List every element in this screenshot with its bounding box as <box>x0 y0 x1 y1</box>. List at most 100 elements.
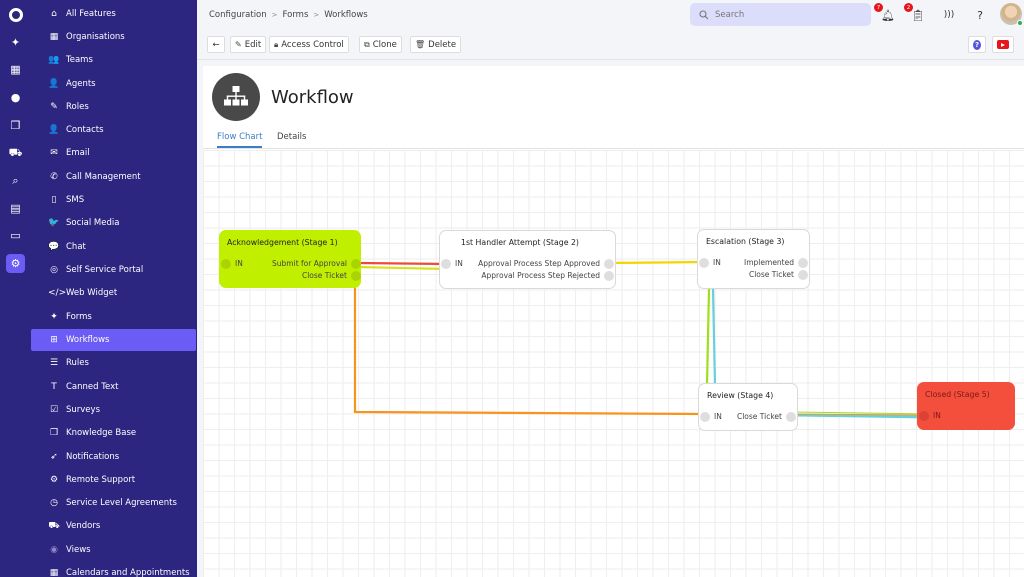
truck-icon[interactable]: ⛟ <box>7 145 24 162</box>
sidebar-item-social-media[interactable]: 🐦 Social Media <box>31 212 196 234</box>
input-port-row: IN <box>441 258 463 269</box>
sidebar-item-teams[interactable]: 👥 Teams <box>31 49 196 71</box>
sidebar-item-service-level-agreements[interactable]: ◷ Service Level Agreements <box>31 492 196 514</box>
help-video-button[interactable]: ? <box>968 36 986 53</box>
sidebar-item-agents[interactable]: 👤 Agents <box>31 73 196 95</box>
breadcrumb-workflows: Workflows <box>324 10 368 20</box>
sidebar-item-all-features[interactable]: ⌂ All Features <box>31 3 196 25</box>
building-icon: ▦ <box>49 32 59 42</box>
sidebar-item-forms[interactable]: ✦ Forms <box>31 306 196 328</box>
sidebar-item-canned-text[interactable]: T Canned Text <box>31 376 196 398</box>
ticket-icon[interactable]: ✦ <box>7 34 24 51</box>
input-port[interactable] <box>441 258 451 269</box>
sidebar-item-label: Remote Support <box>66 475 136 485</box>
port-label: Implemented <box>744 258 794 267</box>
user-avatar[interactable] <box>1000 3 1023 26</box>
tab-bar: Flow Chart Details <box>203 130 1024 149</box>
tasks-button[interactable]: 📋︎ 2 <box>904 3 926 23</box>
help-button[interactable]: ? <box>972 7 988 23</box>
sidebar-item-label: All Features <box>66 9 116 19</box>
sidebar-item-surveys[interactable]: ☑ Surveys <box>31 399 196 421</box>
box-icon[interactable]: ❒ <box>7 117 24 134</box>
input-port[interactable] <box>919 410 929 421</box>
sidebar-item-label: Contacts <box>66 125 104 135</box>
workflow-node-stage5[interactable]: Closed (Stage 5) IN <box>917 382 1015 430</box>
mobile-icon: ▯ <box>51 195 57 205</box>
sidebar-item-workflows[interactable]: ⊞ Workflows <box>31 329 196 351</box>
sidebar-item-remote-support[interactable]: ⚙ Remote Support <box>31 469 196 491</box>
workflow-node-stage1[interactable]: Acknowledgement (Stage 1) IN Submit for … <box>219 230 361 288</box>
sidebar-item-rules[interactable]: ☰ Rules <box>31 352 196 374</box>
output-port[interactable] <box>786 411 796 422</box>
breadcrumb-forms[interactable]: Forms <box>283 10 309 20</box>
input-port[interactable] <box>699 257 709 268</box>
rss-button[interactable]: ))) <box>941 7 957 23</box>
tab-details[interactable]: Details <box>277 132 306 146</box>
sidebar-item-email[interactable]: ✉ Email <box>31 142 196 164</box>
list-icon: ☰ <box>49 358 59 368</box>
edit-button[interactable]: ✎ Edit <box>230 36 267 53</box>
connections-layer <box>353 260 930 419</box>
sidebar-item-sms[interactable]: ▯ SMS <box>31 189 196 211</box>
back-button[interactable]: ← <box>207 36 225 53</box>
tab-flow-chart[interactable]: Flow Chart <box>217 132 263 148</box>
sidebar-item-web-widget[interactable]: </> Web Widget <box>31 282 196 304</box>
output-port[interactable] <box>604 258 614 269</box>
sidebar-item-vendors[interactable]: ⛟ Vendors <box>31 515 196 537</box>
sidebar-item-contacts[interactable]: 👤 Contacts <box>31 119 196 141</box>
logo-icon[interactable] <box>7 6 24 23</box>
sidebar-item-call-management[interactable]: ✆ Call Management <box>31 166 196 188</box>
notifications-button[interactable]: 🔔︎ 7 <box>874 3 896 23</box>
sidebar-item-roles[interactable]: ✎ Roles <box>31 96 196 118</box>
breadcrumb-configuration[interactable]: Configuration <box>209 10 267 20</box>
input-port[interactable] <box>221 258 231 269</box>
sidebar-item-calendars-and-appointments[interactable]: ▦ Calendars and Appointments <box>31 562 196 577</box>
text-icon: T <box>51 382 57 392</box>
search-input[interactable] <box>715 9 855 20</box>
tasks-badge: 2 <box>904 3 913 12</box>
output-port[interactable] <box>351 258 361 269</box>
output-port[interactable] <box>351 270 361 281</box>
search-icon[interactable]: ⌕ <box>7 172 24 189</box>
user-icon[interactable]: ● <box>7 89 24 106</box>
edit-icon: ✎ <box>235 40 242 49</box>
sidebar-item-label: Roles <box>66 102 89 112</box>
youtube-button[interactable] <box>992 36 1014 53</box>
sidebar-item-label: Views <box>66 545 91 555</box>
sidebar-item-label: Rules <box>66 358 89 368</box>
contact-icon: 👤 <box>48 125 60 135</box>
connection-stage1-close-to-stage2 <box>355 265 448 271</box>
output-port[interactable] <box>604 270 614 281</box>
access-control-label: Access Control <box>281 39 344 50</box>
input-port-row: IN <box>919 410 941 421</box>
sidebar-item-organisations[interactable]: ▦ Organisations <box>31 26 196 48</box>
workflow-node-stage3[interactable]: Escalation (Stage 3) IN Implemented Clos… <box>697 229 810 289</box>
sidebar-item-notifications[interactable]: ➶ Notifications <box>31 446 196 468</box>
sidebar-item-views[interactable]: ◉ Views <box>31 539 196 561</box>
sidebar-item-chat[interactable]: 💬 Chat <box>31 236 196 258</box>
node-title: Escalation (Stage 3) <box>706 237 785 246</box>
sidebar-item-knowledge-base[interactable]: ❒ Knowledge Base <box>31 422 196 444</box>
flow-chart-canvas[interactable]: Acknowledgement (Stage 1) IN Submit for … <box>203 150 1024 577</box>
output-port[interactable] <box>798 257 808 268</box>
workflow-node-stage2[interactable]: 1st Handler Attempt (Stage 2) IN Approva… <box>439 230 616 289</box>
search-box[interactable] <box>690 3 871 26</box>
settings-icon[interactable]: ⚙ <box>6 254 25 273</box>
clone-button[interactable]: ⧉ Clone <box>359 36 402 53</box>
port-label: IN <box>455 259 463 268</box>
connection-stage3-to-stage4 <box>705 288 711 386</box>
workflow-node-stage4[interactable]: Review (Stage 4) IN Close Ticket <box>698 383 798 431</box>
connection-stage1-close-to-stage4 <box>353 275 708 416</box>
output-port-row: Implemented <box>744 257 808 268</box>
document-icon[interactable]: ▤ <box>7 200 24 217</box>
output-port[interactable] <box>798 269 808 280</box>
delete-button[interactable]: 🗑︎ Delete <box>410 36 462 53</box>
lock-icon: 🔒︎ <box>274 39 279 49</box>
sidebar-item-label: Notifications <box>66 452 120 462</box>
input-port[interactable] <box>700 411 710 422</box>
access-control-button[interactable]: 🔒︎ Access Control <box>269 36 349 53</box>
monitor-icon[interactable]: ▭ <box>7 227 24 244</box>
toolbar: ← ✎ Edit 🔒︎ Access Control ⧉ Clone 🗑︎ Delete… <box>197 30 1024 60</box>
calendar-icon[interactable]: ▦ <box>7 61 24 78</box>
sidebar-item-self-service-portal[interactable]: ◎ Self Service Portal <box>31 259 196 281</box>
